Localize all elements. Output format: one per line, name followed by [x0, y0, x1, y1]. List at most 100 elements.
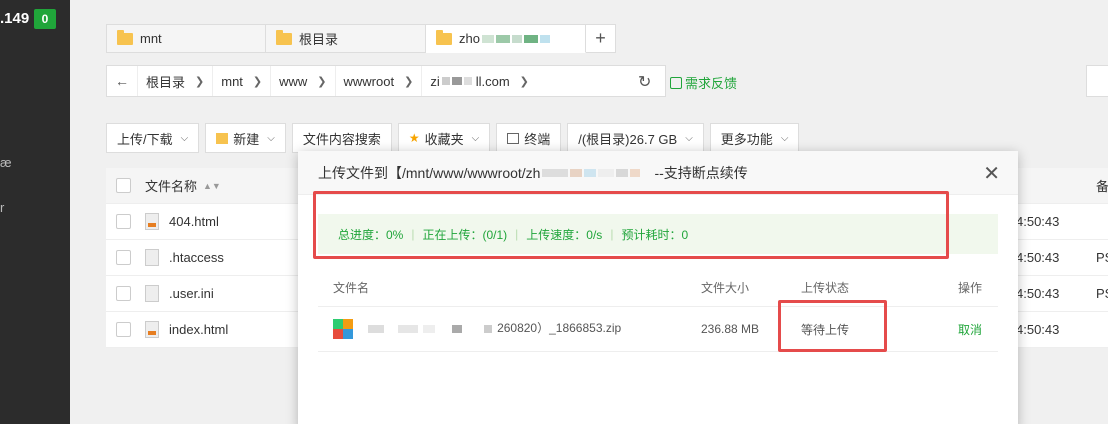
- redaction-blur: [481, 34, 494, 43]
- feedback-icon: [670, 77, 682, 89]
- redaction-blur: [452, 325, 463, 333]
- upload-table: 文件名 文件大小 上传状态 操作 260820）_1866853.zip 236…: [318, 269, 998, 352]
- zip-file-icon: [333, 319, 353, 339]
- close-icon[interactable]: ✕: [983, 161, 1000, 186]
- chevron-down-icon: ⌵: [180, 132, 189, 144]
- row-checkbox[interactable]: [116, 214, 131, 229]
- search-content-button[interactable]: 文件内容搜索: [291, 123, 392, 153]
- redaction-blur: [630, 168, 641, 177]
- sort-icon[interactable]: ▲▼: [203, 181, 221, 191]
- file-extra: PS: [1096, 286, 1108, 301]
- col-status: 上传状态: [801, 281, 850, 295]
- file-time: 4:50:43: [1016, 322, 1060, 337]
- chevron-right-icon: ❯: [195, 75, 205, 88]
- file-time: 4:50:43: [1016, 250, 1060, 265]
- text-file-icon: [145, 285, 159, 302]
- row-checkbox[interactable]: [116, 250, 131, 265]
- row-checkbox[interactable]: [116, 322, 131, 337]
- dialog-title-suffix: --支持断点续传: [654, 164, 748, 181]
- file-name[interactable]: .user.ini: [169, 286, 214, 301]
- chevron-right-icon: ❯: [317, 75, 327, 88]
- folder-icon: [436, 29, 452, 45]
- col-name: 文件名: [333, 281, 370, 295]
- redaction-blur: [423, 325, 436, 333]
- html-file-icon: [145, 321, 159, 338]
- redaction-blur: [542, 168, 569, 177]
- upload-table-header: 文件名 文件大小 上传状态 操作: [318, 269, 998, 307]
- tab-current[interactable]: zho: [426, 24, 586, 53]
- more-button[interactable]: 更多功能 ⌵: [709, 123, 800, 153]
- upload-download-button[interactable]: 上传/下载 ⌵: [106, 123, 200, 153]
- redaction-blur: [451, 77, 462, 85]
- upload-row: 260820）_1866853.zip 236.88 MB 等待上传 取消: [318, 307, 998, 352]
- crumb-www[interactable]: www ❯: [270, 66, 334, 96]
- redaction-blur: [368, 325, 385, 333]
- redaction-blur: [570, 168, 583, 177]
- select-all-checkbox[interactable]: [116, 178, 131, 193]
- dialog-header: 上传文件到【/mnt/www/wwwroot/zh --支持断点续传 ✕: [298, 151, 1018, 195]
- redaction-blur: [539, 34, 550, 43]
- redaction-blur: [511, 34, 522, 43]
- disk-button[interactable]: /(根目录)26.7 GB ⌵: [567, 123, 704, 153]
- back-arrow-icon[interactable]: ←: [107, 73, 137, 89]
- chevron-right-icon: ❯: [404, 75, 414, 88]
- redaction-blur: [483, 325, 492, 333]
- file-name[interactable]: 404.html: [169, 214, 219, 229]
- redaction-blur: [463, 77, 472, 85]
- highlight-box-progress: [313, 191, 949, 259]
- file-name[interactable]: .htaccess: [169, 250, 224, 265]
- cancel-upload-link[interactable]: 取消: [958, 321, 982, 338]
- terminal-button[interactable]: 终端: [496, 123, 562, 153]
- sidebar-item-a[interactable]: æ: [0, 155, 12, 170]
- feedback-link[interactable]: 需求反馈: [670, 73, 737, 92]
- terminal-icon: [507, 132, 520, 144]
- html-file-icon: [145, 213, 159, 230]
- redaction-blur: [495, 34, 510, 43]
- row-checkbox[interactable]: [116, 286, 131, 301]
- tab-mnt[interactable]: mnt: [106, 24, 266, 53]
- redaction-blur: [523, 34, 538, 43]
- redaction-blur: [397, 325, 418, 333]
- file-name[interactable]: index.html: [169, 322, 228, 337]
- tab-label: mnt: [140, 31, 162, 46]
- redaction-blur: [584, 168, 597, 177]
- notification-badge[interactable]: 0: [34, 9, 56, 29]
- col-op: 操作: [958, 281, 983, 295]
- server-ip: .149: [0, 10, 30, 27]
- folder-icon: [276, 29, 292, 45]
- highlight-box-status: [778, 300, 887, 352]
- redaction-blur: [441, 77, 450, 85]
- chevron-down-icon: ⌵: [685, 132, 693, 144]
- toolbar: 上传/下载 ⌵ 新建 ⌵ 文件内容搜索 ★ 收藏夹 ⌵ 终端 /(根目录)26.7 GB…: [106, 123, 800, 153]
- tab-label: zho: [459, 31, 480, 46]
- chevron-down-icon: ⌵: [780, 132, 789, 144]
- new-button[interactable]: 新建 ⌵: [205, 123, 286, 153]
- text-file-icon: [145, 249, 159, 266]
- chevron-down-icon: ⌵: [471, 132, 480, 144]
- upload-file-name: 260820）_1866853.zip: [497, 321, 622, 336]
- sidebar: .149 0 æ r: [0, 0, 70, 424]
- sidebar-item-b[interactable]: r: [0, 200, 4, 215]
- crumb-root[interactable]: 根目录 ❯: [137, 66, 212, 96]
- favorites-button[interactable]: ★ 收藏夹 ⌵: [397, 123, 491, 153]
- header-name[interactable]: 文件名称 ▲▼: [145, 176, 295, 195]
- folder-icon: [117, 29, 133, 45]
- header-extra: 备: [1096, 179, 1108, 194]
- chevron-right-icon: ❯: [252, 75, 263, 88]
- crumb-site[interactable]: zi ll.com ❯: [421, 66, 537, 96]
- file-extra: PS: [1096, 250, 1108, 265]
- folder-tabs: mnt 根目录 zho +: [106, 24, 616, 53]
- crumb-mnt[interactable]: mnt ❯: [212, 66, 270, 96]
- crumb-wwwroot[interactable]: wwwroot ❯: [334, 66, 422, 96]
- tab-root[interactable]: 根目录: [266, 24, 426, 53]
- search-input[interactable]: [1086, 65, 1108, 97]
- refresh-icon[interactable]: ↻: [638, 72, 651, 92]
- add-tab-button[interactable]: +: [586, 24, 616, 53]
- chevron-right-icon: ❯: [519, 75, 529, 88]
- chevron-down-icon: ⌵: [267, 132, 275, 144]
- col-size: 文件大小: [701, 281, 750, 295]
- dialog-title: 上传文件到【/mnt/www/wwwroot/zh: [318, 164, 541, 181]
- star-icon: ★: [408, 131, 420, 145]
- redaction-blur: [616, 168, 629, 177]
- redaction-blur: [598, 168, 615, 177]
